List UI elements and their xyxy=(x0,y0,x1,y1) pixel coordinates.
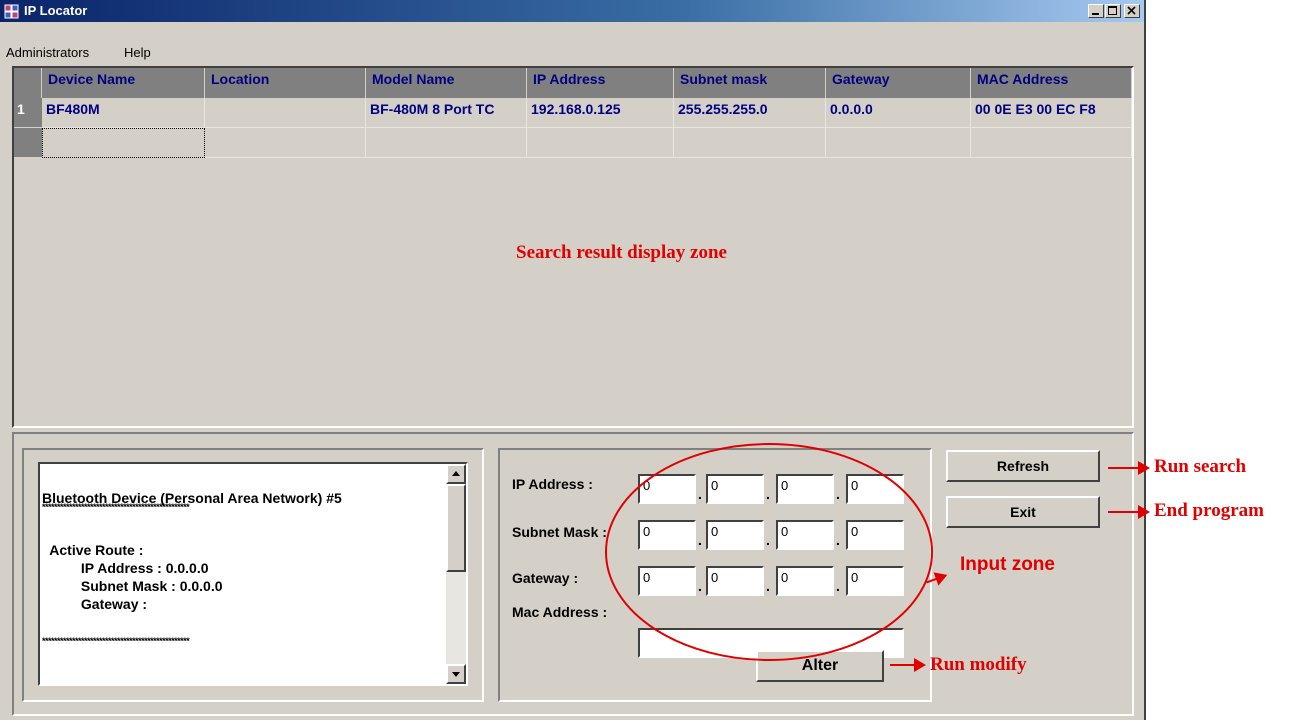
route-scrollbar[interactable] xyxy=(446,464,466,684)
column-header-location[interactable]: Location xyxy=(205,68,366,98)
table-cell[interactable] xyxy=(205,128,366,158)
column-header-device-name[interactable]: Device Name xyxy=(42,68,205,98)
row-number[interactable]: 1 xyxy=(14,98,42,128)
table-cell[interactable]: 00 0E E3 00 EC F8 xyxy=(971,98,1132,128)
run-search-annotation: Run search xyxy=(1154,456,1247,477)
minimize-button[interactable] xyxy=(1088,4,1104,18)
arrow-right-icon xyxy=(890,658,926,672)
column-header-subnet-mask[interactable]: Subnet mask xyxy=(674,68,826,98)
scroll-down-button[interactable] xyxy=(446,664,466,684)
maximize-button[interactable] xyxy=(1105,4,1121,18)
end-program-annotation: End program xyxy=(1154,500,1264,521)
column-header-mac-address[interactable]: MAC Address xyxy=(971,68,1132,98)
table-cell[interactable]: BF-480M 8 Port TC xyxy=(366,98,527,128)
menu-administrators[interactable]: Administrators xyxy=(6,45,89,60)
route-line: Gateway : xyxy=(42,596,148,612)
minimize-icon xyxy=(1092,13,1099,15)
grid-corner xyxy=(14,68,42,98)
search-result-zone-label: Search result display zone xyxy=(516,242,727,263)
mac-address-label: Mac Address : xyxy=(512,604,608,620)
table-cell[interactable]: 0.0.0.0 xyxy=(826,98,971,128)
route-line: Subnet Mask : 0.0.0.0 xyxy=(42,578,223,594)
input-zone-annotation: Input zone xyxy=(960,554,1055,575)
table-cell[interactable] xyxy=(826,128,971,158)
scroll-thumb[interactable] xyxy=(446,484,466,572)
window-title: IP Locator xyxy=(24,3,88,18)
run-modify-annotation: Run modify xyxy=(930,654,1027,675)
arrow-right-icon xyxy=(1108,505,1150,519)
route-line: Active Route : xyxy=(42,542,144,558)
input-zone-ellipse xyxy=(605,443,933,661)
arrow-up-icon xyxy=(452,471,460,476)
search-results-grid[interactable]: Device Name Location Model Name IP Addre… xyxy=(12,66,1134,428)
arrow-right-icon xyxy=(1108,461,1150,475)
arrow-down-icon xyxy=(452,672,460,677)
route-line: ****************************************… xyxy=(42,502,190,512)
scroll-up-button[interactable] xyxy=(446,464,466,484)
gateway-label: Gateway : xyxy=(512,570,579,586)
route-line: ****************************************… xyxy=(42,636,190,646)
table-cell[interactable]: 255.255.255.0 xyxy=(674,98,826,128)
subnet-mask-label: Subnet Mask : xyxy=(512,524,607,540)
app-icon xyxy=(4,4,19,19)
table-cell-focused[interactable] xyxy=(42,128,205,158)
column-header-ip-address[interactable]: IP Address xyxy=(527,68,674,98)
ip-address-label: IP Address : xyxy=(512,476,593,492)
menu-help[interactable]: Help xyxy=(124,45,151,60)
table-cell[interactable] xyxy=(674,128,826,158)
column-header-gateway[interactable]: Gateway xyxy=(826,68,971,98)
table-cell[interactable] xyxy=(366,128,527,158)
close-button[interactable] xyxy=(1124,4,1140,18)
route-line: IP Address : 0.0.0.0 xyxy=(42,560,209,576)
menu-bar: Administrators Help xyxy=(0,42,1144,64)
row-number-empty[interactable] xyxy=(14,128,42,158)
title-bar[interactable]: IP Locator xyxy=(0,0,1144,22)
refresh-button[interactable]: Refresh xyxy=(946,450,1100,482)
column-header-model-name[interactable]: Model Name xyxy=(366,68,527,98)
maximize-icon xyxy=(1108,6,1117,15)
close-icon xyxy=(1127,6,1136,15)
ip-locator-window: IP Locator Administrators Help Device Na… xyxy=(0,0,1146,720)
table-cell[interactable]: BF480M xyxy=(42,98,205,128)
route-info-textarea[interactable]: Bluetooth Device (Personal Area Network)… xyxy=(38,462,468,686)
exit-button[interactable]: Exit xyxy=(946,496,1100,528)
table-cell[interactable] xyxy=(971,128,1132,158)
table-cell[interactable]: 192.168.0.125 xyxy=(527,98,674,128)
table-cell[interactable] xyxy=(205,98,366,128)
table-cell[interactable] xyxy=(527,128,674,158)
